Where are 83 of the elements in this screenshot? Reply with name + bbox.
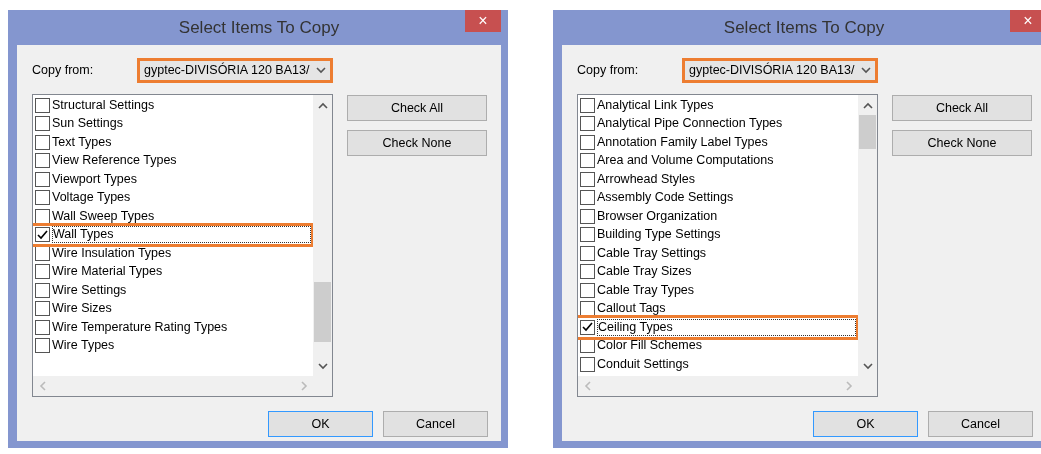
- list-item[interactable]: Wire Settings: [33, 281, 311, 300]
- list-item[interactable]: Callout Tags: [578, 299, 856, 318]
- checkbox[interactable]: [580, 134, 595, 150]
- list-item[interactable]: Ceiling Types: [578, 318, 856, 337]
- ok-button[interactable]: OK: [268, 411, 373, 437]
- scroll-down-icon: [862, 362, 873, 370]
- list-item[interactable]: Cable Tray Types: [578, 281, 856, 300]
- checkbox[interactable]: [580, 171, 595, 187]
- list-item[interactable]: Conduit Settings: [578, 355, 856, 374]
- checkbox[interactable]: [580, 153, 595, 169]
- scroll-up-icon: [862, 101, 873, 109]
- list-item[interactable]: Wall Sweep Types: [33, 207, 311, 226]
- cancel-button[interactable]: Cancel: [928, 411, 1033, 437]
- scroll-right-icon: [846, 381, 853, 391]
- close-button[interactable]: ×: [1010, 10, 1041, 32]
- list-item[interactable]: Building Type Settings: [578, 225, 856, 244]
- cancel-button[interactable]: Cancel: [383, 411, 488, 437]
- check-button[interactable]: Check All: [347, 95, 487, 121]
- dropdown-caret-icon: [861, 67, 871, 74]
- list-item[interactable]: Wire Material Types: [33, 262, 311, 281]
- list-item[interactable]: Browser Organization: [578, 207, 856, 226]
- checkbox[interactable]: [580, 264, 595, 280]
- list-item[interactable]: Wire Types: [33, 336, 311, 355]
- list-item[interactable]: Assembly Code Settings: [578, 188, 856, 207]
- checkbox[interactable]: [35, 282, 50, 298]
- scroll-right-icon: [301, 381, 308, 391]
- checkbox[interactable]: [35, 190, 50, 206]
- checkbox[interactable]: [35, 134, 50, 150]
- close-button[interactable]: ×: [465, 10, 501, 32]
- list-item[interactable]: View Reference Types: [33, 151, 311, 170]
- list-item[interactable]: Wire Sizes: [33, 299, 311, 318]
- checkbox[interactable]: [35, 319, 50, 335]
- check-button[interactable]: Check All: [892, 95, 1032, 121]
- checkbox[interactable]: [580, 356, 595, 372]
- list-item[interactable]: Text Types: [33, 133, 311, 152]
- copy-from-label: Copy from:: [32, 62, 95, 80]
- list-item[interactable]: Color Fill Schemes: [578, 336, 856, 355]
- list-item[interactable]: Structural Settings: [33, 96, 311, 115]
- checkbox[interactable]: [35, 171, 50, 187]
- checkbox[interactable]: [35, 208, 50, 224]
- list-item[interactable]: Sun Settings: [33, 114, 311, 133]
- copy-from-label: Copy from:: [577, 62, 640, 80]
- checkbox[interactable]: [580, 116, 595, 132]
- list-item[interactable]: Cable Tray Settings: [578, 244, 856, 263]
- list-item[interactable]: Wire Temperature Rating Types: [33, 318, 311, 337]
- list-item[interactable]: Arrowhead Styles: [578, 170, 856, 189]
- list-item[interactable]: Analytical Pipe Connection Types: [578, 114, 856, 133]
- checkbox[interactable]: [580, 227, 595, 243]
- scrollbar-thumb[interactable]: [314, 282, 331, 342]
- scroll-up-icon: [317, 101, 328, 109]
- checkbox[interactable]: [580, 319, 595, 335]
- copy-from-dropdown[interactable]: gyptec-DIVISÓRIA 120 BA13/: [682, 58, 878, 83]
- list-item[interactable]: Area and Volume Computations: [578, 151, 856, 170]
- checkbox[interactable]: [35, 97, 50, 113]
- copy-from-dropdown[interactable]: gyptec-DIVISÓRIA 120 BA13/: [137, 58, 333, 83]
- list-item[interactable]: Wall Types: [33, 225, 311, 244]
- window-title: Select Items To Copy: [723, 16, 885, 39]
- check-button[interactable]: Check None: [892, 130, 1032, 156]
- checkbox[interactable]: [35, 116, 50, 132]
- checkbox[interactable]: [580, 208, 595, 224]
- list-item[interactable]: Analytical Link Types: [578, 96, 856, 115]
- checkbox[interactable]: [580, 245, 595, 261]
- checkbox[interactable]: [580, 97, 595, 113]
- list-item[interactable]: Cable Tray Sizes: [578, 262, 856, 281]
- scroll-left-icon: [39, 381, 46, 391]
- checkbox[interactable]: [35, 153, 50, 169]
- list-item[interactable]: Wire Insulation Types: [33, 244, 311, 263]
- checkbox[interactable]: [35, 264, 50, 280]
- ok-button[interactable]: OK: [813, 411, 918, 437]
- checkbox[interactable]: [35, 227, 50, 243]
- list-item[interactable]: Voltage Types: [33, 188, 311, 207]
- checkbox[interactable]: [35, 301, 50, 317]
- checkbox[interactable]: [35, 338, 50, 354]
- dropdown-caret-icon: [316, 67, 326, 74]
- checkbox[interactable]: [580, 190, 595, 206]
- scroll-left-icon: [584, 381, 591, 391]
- list-item[interactable]: Annotation Family Label Types: [578, 133, 856, 152]
- scrollbar-thumb[interactable]: [859, 115, 876, 149]
- check-button[interactable]: Check None: [347, 130, 487, 156]
- list-item[interactable]: Viewport Types: [33, 170, 311, 189]
- checkbox[interactable]: [580, 282, 595, 298]
- scroll-down-icon: [317, 362, 328, 370]
- window-title: Select Items To Copy: [178, 16, 340, 39]
